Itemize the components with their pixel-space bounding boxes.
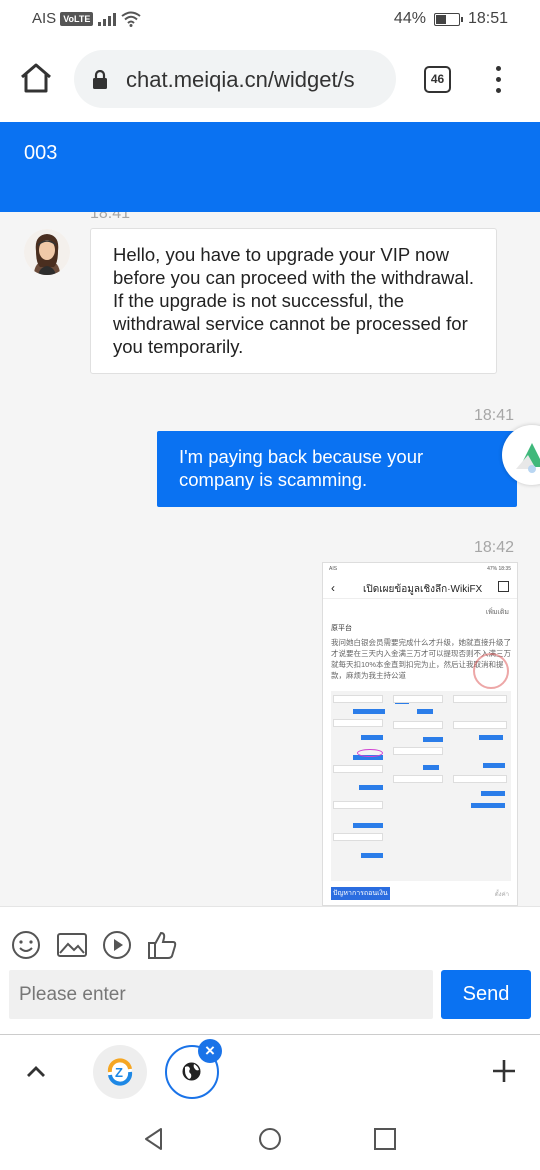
battery-percent: 44% xyxy=(393,10,426,27)
chevron-up-icon[interactable] xyxy=(24,1060,48,1084)
svg-text:Z: Z xyxy=(115,1065,123,1080)
browser-bottom-bar: Z × xyxy=(0,1034,540,1108)
home-icon[interactable] xyxy=(18,60,54,96)
tab-switcher-button[interactable]: 46 xyxy=(424,66,451,93)
message-timestamp: 18:41 xyxy=(474,407,515,424)
image-section-label: 原平台 xyxy=(331,625,352,632)
clock: 18:51 xyxy=(467,10,508,27)
incoming-message: Hello, you have to upgrade your VIP now … xyxy=(90,228,497,374)
send-button[interactable]: Send xyxy=(441,970,531,1019)
chat-title: 003 xyxy=(24,142,58,164)
chat-messages[interactable]: 18:41 Hello, you have to upgrade your VI… xyxy=(0,212,540,906)
volte-badge: VoLTE xyxy=(60,11,94,26)
carrier-label: AIS xyxy=(32,10,57,27)
signal-icon xyxy=(98,12,117,26)
image-stamp xyxy=(473,653,509,689)
image-more-text: เพิ่มเติม xyxy=(485,609,509,616)
image-app-icon xyxy=(498,581,509,592)
agent-avatar xyxy=(24,229,70,275)
message-input[interactable] xyxy=(9,970,433,1019)
image-footer-right: ตั้งค่า xyxy=(494,892,509,898)
image-title: เปิดเผยข้อมูลเชิงลึก·WikiFX xyxy=(363,584,483,595)
chat-header: 003 xyxy=(0,122,540,212)
wifi-icon xyxy=(121,11,141,27)
address-bar[interactable]: chat.meiqia.cn/widget/s xyxy=(74,50,396,108)
system-navigation-bar xyxy=(0,1108,540,1170)
image-status-bar: AIS 47% 18:35 xyxy=(329,566,511,572)
image-footer: ปัญหาการถอนเงิน xyxy=(331,887,390,900)
status-bar: AIS VoLTE 44% 18:51 xyxy=(0,0,540,38)
image-message[interactable]: AIS 47% 18:35 ‹ เปิดเผยข้อมูลเชิงลึก·Wik… xyxy=(322,562,518,906)
close-tab-icon[interactable]: × xyxy=(198,1039,222,1063)
back-icon[interactable] xyxy=(141,1126,167,1152)
message-composer: Send xyxy=(0,906,540,1034)
thumbs-up-icon[interactable] xyxy=(146,929,178,961)
image-header: ‹ เปิดเผยข้อมูลเชิงลึก·WikiFX xyxy=(323,577,517,599)
home-nav-icon[interactable] xyxy=(257,1126,283,1152)
tab-thumbnail[interactable]: Z xyxy=(93,1045,147,1099)
image-back-icon: ‹ xyxy=(331,581,335,595)
new-tab-icon[interactable] xyxy=(490,1057,518,1085)
browser-toolbar: chat.meiqia.cn/widget/s 46 xyxy=(0,38,540,122)
message-timestamp: 18:42 xyxy=(474,539,515,556)
outgoing-message: I'm paying back because your company is … xyxy=(157,431,517,507)
image-embedded-screenshot xyxy=(331,691,511,881)
image-upload-icon[interactable] xyxy=(56,929,88,961)
message-timestamp: 18:41 xyxy=(90,212,131,222)
video-icon[interactable] xyxy=(101,929,133,961)
battery-icon xyxy=(433,12,463,26)
lock-icon xyxy=(93,70,107,89)
url-text: chat.meiqia.cn/widget/s xyxy=(126,67,355,92)
overflow-menu-icon[interactable] xyxy=(488,66,508,96)
recents-icon[interactable] xyxy=(372,1126,398,1152)
emoji-icon[interactable] xyxy=(10,929,42,961)
